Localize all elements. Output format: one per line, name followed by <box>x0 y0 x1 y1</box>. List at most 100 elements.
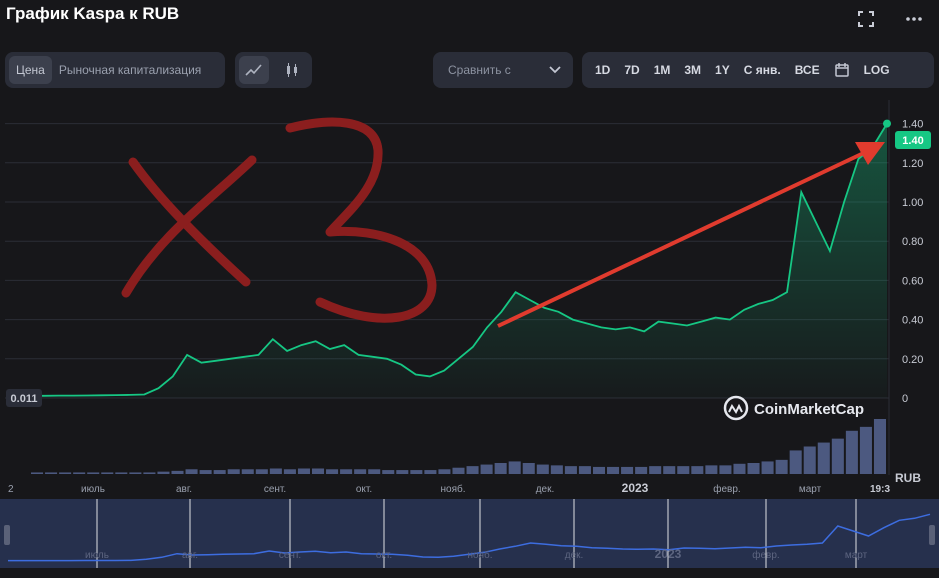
volume-bar <box>129 472 142 474</box>
range-1d[interactable]: 1D <box>588 56 617 84</box>
volume-bar <box>311 468 325 474</box>
y-tick-label: 1.40 <box>902 119 923 131</box>
volume-bar <box>382 470 395 474</box>
volume-bar <box>31 472 44 474</box>
volume-bar <box>143 472 156 474</box>
calendar-icon[interactable] <box>827 56 857 84</box>
current-value-label: 1.40 <box>902 135 923 147</box>
log-toggle[interactable]: LOG <box>857 56 897 84</box>
compare-dropdown[interactable]: Сравнить с <box>433 52 573 88</box>
y-tick-label: 1.20 <box>902 158 923 170</box>
navigator-right-handle[interactable] <box>929 525 935 545</box>
x-tick-label: 2 <box>8 484 14 495</box>
volume-bar <box>340 469 353 474</box>
compare-placeholder: Сравнить с <box>448 63 511 77</box>
current-point <box>883 119 891 128</box>
volume-bar <box>283 469 296 474</box>
volume-bar <box>227 469 240 474</box>
volume-bar <box>649 466 662 474</box>
x-tick-label: июль <box>81 484 105 495</box>
y-axis-labels: 0 0.20 0.40 0.60 0.80 1.00 1.20 1.40 <box>902 119 923 405</box>
volume-bar <box>817 442 830 474</box>
volume-bar <box>845 430 858 474</box>
handwritten-annotation <box>121 117 437 323</box>
volume-bar <box>368 469 381 474</box>
tab-price[interactable]: Цена <box>9 56 52 84</box>
volume-bar <box>73 472 86 474</box>
volume-bar <box>59 472 72 474</box>
x-tick-label: март <box>799 484 822 495</box>
x-tick-label: нояб. <box>440 483 465 495</box>
navigator-label: март <box>845 550 868 561</box>
range-7d[interactable]: 7D <box>617 56 646 84</box>
page-title: График Kaspa к RUB <box>6 4 180 23</box>
volume-bar <box>438 469 451 474</box>
volume-layer <box>31 419 886 474</box>
volume-bar <box>635 466 648 474</box>
volume-bar <box>803 446 816 474</box>
watermark-logo: CoinMarketCap <box>723 395 864 421</box>
metric-tabs: Цена Рыночная капитализация <box>5 52 225 88</box>
price-area <box>30 123 887 398</box>
volume-bar <box>241 469 254 474</box>
volume-bar <box>297 468 310 474</box>
volume-bar <box>607 466 620 474</box>
navigator-label: авг. <box>182 550 198 561</box>
volume-bar <box>45 472 58 474</box>
volume-bar <box>494 463 507 474</box>
range-navigator[interactable]: июль авг. сент. окт. нояб. дек. 2023 февр. март <box>0 499 939 578</box>
volume-bar <box>592 466 606 474</box>
fullscreen-icon[interactable] <box>855 8 877 30</box>
price-chart: 0 0.20 0.40 0.60 0.80 1.00 1.20 1.40 2 июль авг. с… <box>5 100 931 495</box>
volume-bar <box>452 467 465 474</box>
navigator-label: нояб. <box>467 549 492 561</box>
volume-bar <box>733 463 746 474</box>
navigator-label: 2023 <box>655 547 682 561</box>
volume-bar <box>873 419 886 474</box>
range-all[interactable]: ВСЕ <box>788 56 827 84</box>
x-tick-label: 2023 <box>622 481 649 495</box>
navigator-label: окт. <box>376 550 392 561</box>
volume-bar <box>424 470 437 474</box>
volume-bar <box>761 461 774 474</box>
volume-bar <box>508 461 521 474</box>
y-tick-label: 1.00 <box>902 197 923 209</box>
x-tick-label: окт. <box>356 484 372 495</box>
range-1y[interactable]: 1Y <box>708 56 737 84</box>
navigator-label: сент. <box>279 550 301 561</box>
candlestick-icon[interactable] <box>277 56 307 84</box>
volume-bar <box>522 463 535 474</box>
volume-bar <box>677 466 690 474</box>
range-3m[interactable]: 3M <box>677 56 708 84</box>
volume-bar <box>171 470 184 474</box>
range-group: 1D 7D 1M 3M 1Y С янв. ВСЕ LOG <box>582 52 934 88</box>
x-tick-label: авг. <box>176 484 192 495</box>
x-axis-labels: 2 июль авг. сент. окт. нояб. дек. 2023 февр. март… <box>8 481 890 495</box>
line-chart-icon[interactable] <box>239 56 269 84</box>
volume-bar <box>199 470 212 474</box>
y-tick-label: 0.40 <box>902 315 923 327</box>
volume-bar <box>480 464 493 474</box>
volume-bar <box>354 469 367 474</box>
x-tick-label: дек. <box>536 484 555 495</box>
range-ytd[interactable]: С янв. <box>737 56 788 84</box>
tab-market-cap[interactable]: Рыночная капитализация <box>52 56 208 84</box>
x-tick-label: февр. <box>713 483 740 495</box>
navigator-label: июль <box>85 550 109 561</box>
volume-bar <box>719 465 732 474</box>
more-options-icon[interactable] <box>903 8 925 30</box>
volume-bar <box>396 470 409 474</box>
volume-bar <box>747 463 760 474</box>
volume-bar <box>550 465 563 474</box>
volume-bar <box>859 426 872 474</box>
chevron-down-icon <box>549 66 561 74</box>
volume-bar <box>789 450 802 474</box>
y-tick-label: 0.80 <box>902 236 923 248</box>
range-1m[interactable]: 1M <box>647 56 678 84</box>
volume-bar <box>663 466 676 474</box>
currency-label: RUB <box>895 471 921 485</box>
volume-bar <box>775 459 788 474</box>
y-tick-label: 0 <box>902 393 908 405</box>
volume-bar <box>564 466 577 474</box>
navigator-left-handle[interactable] <box>4 525 10 545</box>
